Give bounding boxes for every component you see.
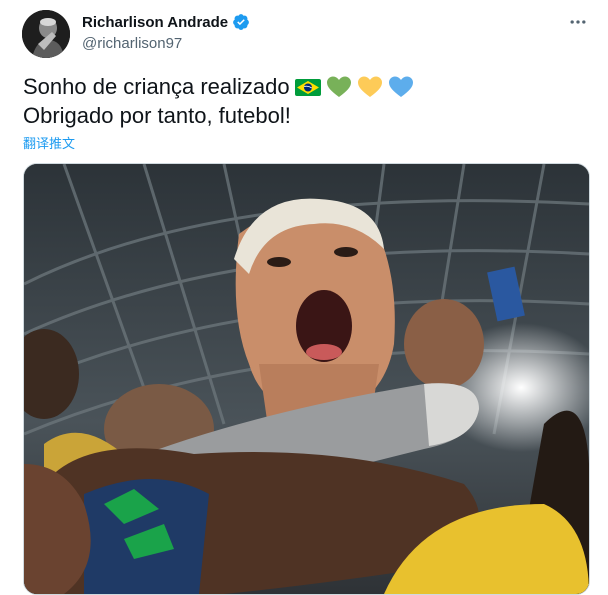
- author-name-text: Richarlison Andrade: [82, 13, 229, 31]
- author-avatar[interactable]: [22, 10, 70, 58]
- green-heart-icon: [326, 74, 352, 100]
- translate-tweet-link[interactable]: 翻译推文: [23, 133, 75, 152]
- author-name[interactable]: Richarlison Andrade: [82, 13, 250, 31]
- tweet-text-line-1-text: Sonho de criança realizado: [23, 74, 290, 99]
- blue-heart-icon: [388, 74, 414, 100]
- yellow-heart-icon: [357, 74, 383, 100]
- tweet-text-line-2: Obrigado por tanto, futebol!: [23, 103, 291, 128]
- author-handle[interactable]: @richarlison97: [82, 35, 182, 52]
- more-options-button[interactable]: [566, 10, 590, 34]
- tweet: Richarlison Andrade @richarlison97 Sonho…: [0, 0, 608, 595]
- photo-icon: [24, 164, 589, 594]
- more-dots-icon: [570, 20, 586, 24]
- tweet-text-line-1: Sonho de criança realizado: [23, 73, 414, 101]
- tweet-media-photo[interactable]: [23, 163, 590, 595]
- verified-badge-icon: [232, 13, 250, 31]
- brazil-flag-icon: [294, 74, 321, 100]
- avatar-image: [22, 10, 70, 58]
